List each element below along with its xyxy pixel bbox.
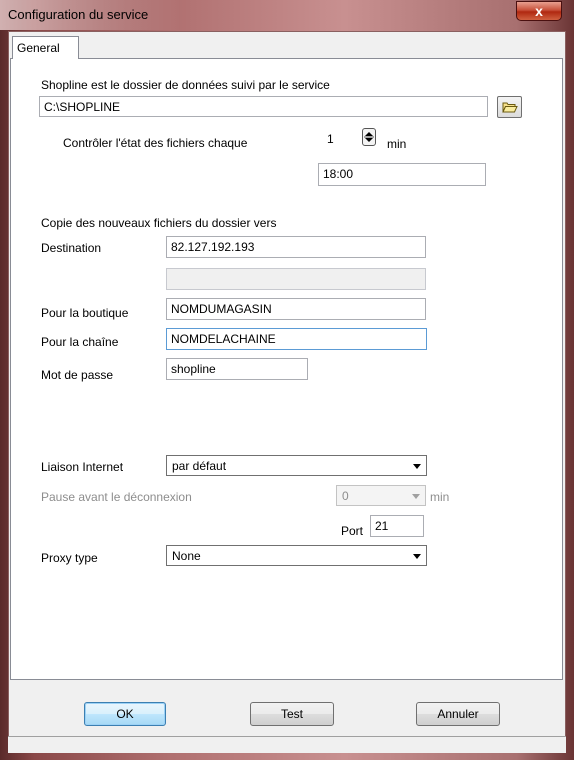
pause-label: Pause avant le déconnexion	[41, 490, 192, 504]
destination-label: Destination	[41, 241, 102, 255]
destination-extra-input	[166, 268, 426, 290]
destination-input[interactable]: 82.127.192.193	[166, 236, 426, 258]
port-label: Port	[341, 524, 364, 538]
chain-input[interactable]: NOMDELACHAINE	[166, 328, 427, 350]
shop-label: Pour la boutique	[41, 306, 129, 320]
proxy-type-value: None	[172, 549, 201, 563]
password-input[interactable]: shopline	[166, 358, 308, 380]
interval-spinner[interactable]	[362, 128, 376, 146]
tab-general[interactable]: General	[12, 36, 79, 59]
close-button[interactable]: x	[516, 1, 562, 21]
time-input[interactable]: 18:00	[318, 163, 486, 186]
test-button[interactable]: Test	[250, 702, 334, 726]
pause-value: 0	[342, 489, 349, 503]
dialog-window: Configuration du service x General Shopl…	[0, 0, 574, 760]
internet-link-select[interactable]: par défaut	[166, 455, 427, 476]
pause-unit: min	[430, 490, 450, 504]
check-interval-value[interactable]: 1	[327, 132, 334, 146]
dropdown-arrow-icon	[413, 554, 421, 559]
spinner-arrows-icon	[364, 132, 374, 142]
browse-folder-button[interactable]	[497, 96, 522, 118]
folder-path-input[interactable]: C:\SHOPLINE	[39, 96, 488, 117]
title-bar[interactable]: Configuration du service x	[0, 0, 574, 32]
open-folder-icon	[502, 102, 518, 113]
password-label: Mot de passe	[41, 368, 114, 382]
check-interval-unit: min	[387, 137, 407, 151]
dropdown-arrow-icon	[413, 464, 421, 469]
status-bar	[8, 736, 566, 753]
proxy-type-select[interactable]: None	[166, 545, 427, 566]
copy-section-label: Copie des nouveaux fichiers du dossier v…	[41, 216, 277, 230]
internet-link-value: par défaut	[172, 459, 227, 473]
folder-label: Shopline est le dossier de données suivi…	[41, 78, 330, 92]
check-interval-label: Contrôler l'état des fichiers chaque	[63, 136, 248, 150]
window-title: Configuration du service	[8, 7, 149, 22]
chain-label: Pour la chaîne	[41, 335, 119, 349]
internet-link-label: Liaison Internet	[41, 460, 124, 474]
cancel-button[interactable]: Annuler	[416, 702, 500, 726]
dropdown-arrow-icon	[412, 494, 420, 499]
proxy-type-label: Proxy type	[41, 551, 98, 565]
ok-button[interactable]: OK	[84, 702, 166, 726]
port-input[interactable]: 21	[370, 515, 424, 537]
shop-input[interactable]: NOMDUMAGASIN	[166, 298, 426, 320]
pause-select: 0	[336, 485, 426, 506]
